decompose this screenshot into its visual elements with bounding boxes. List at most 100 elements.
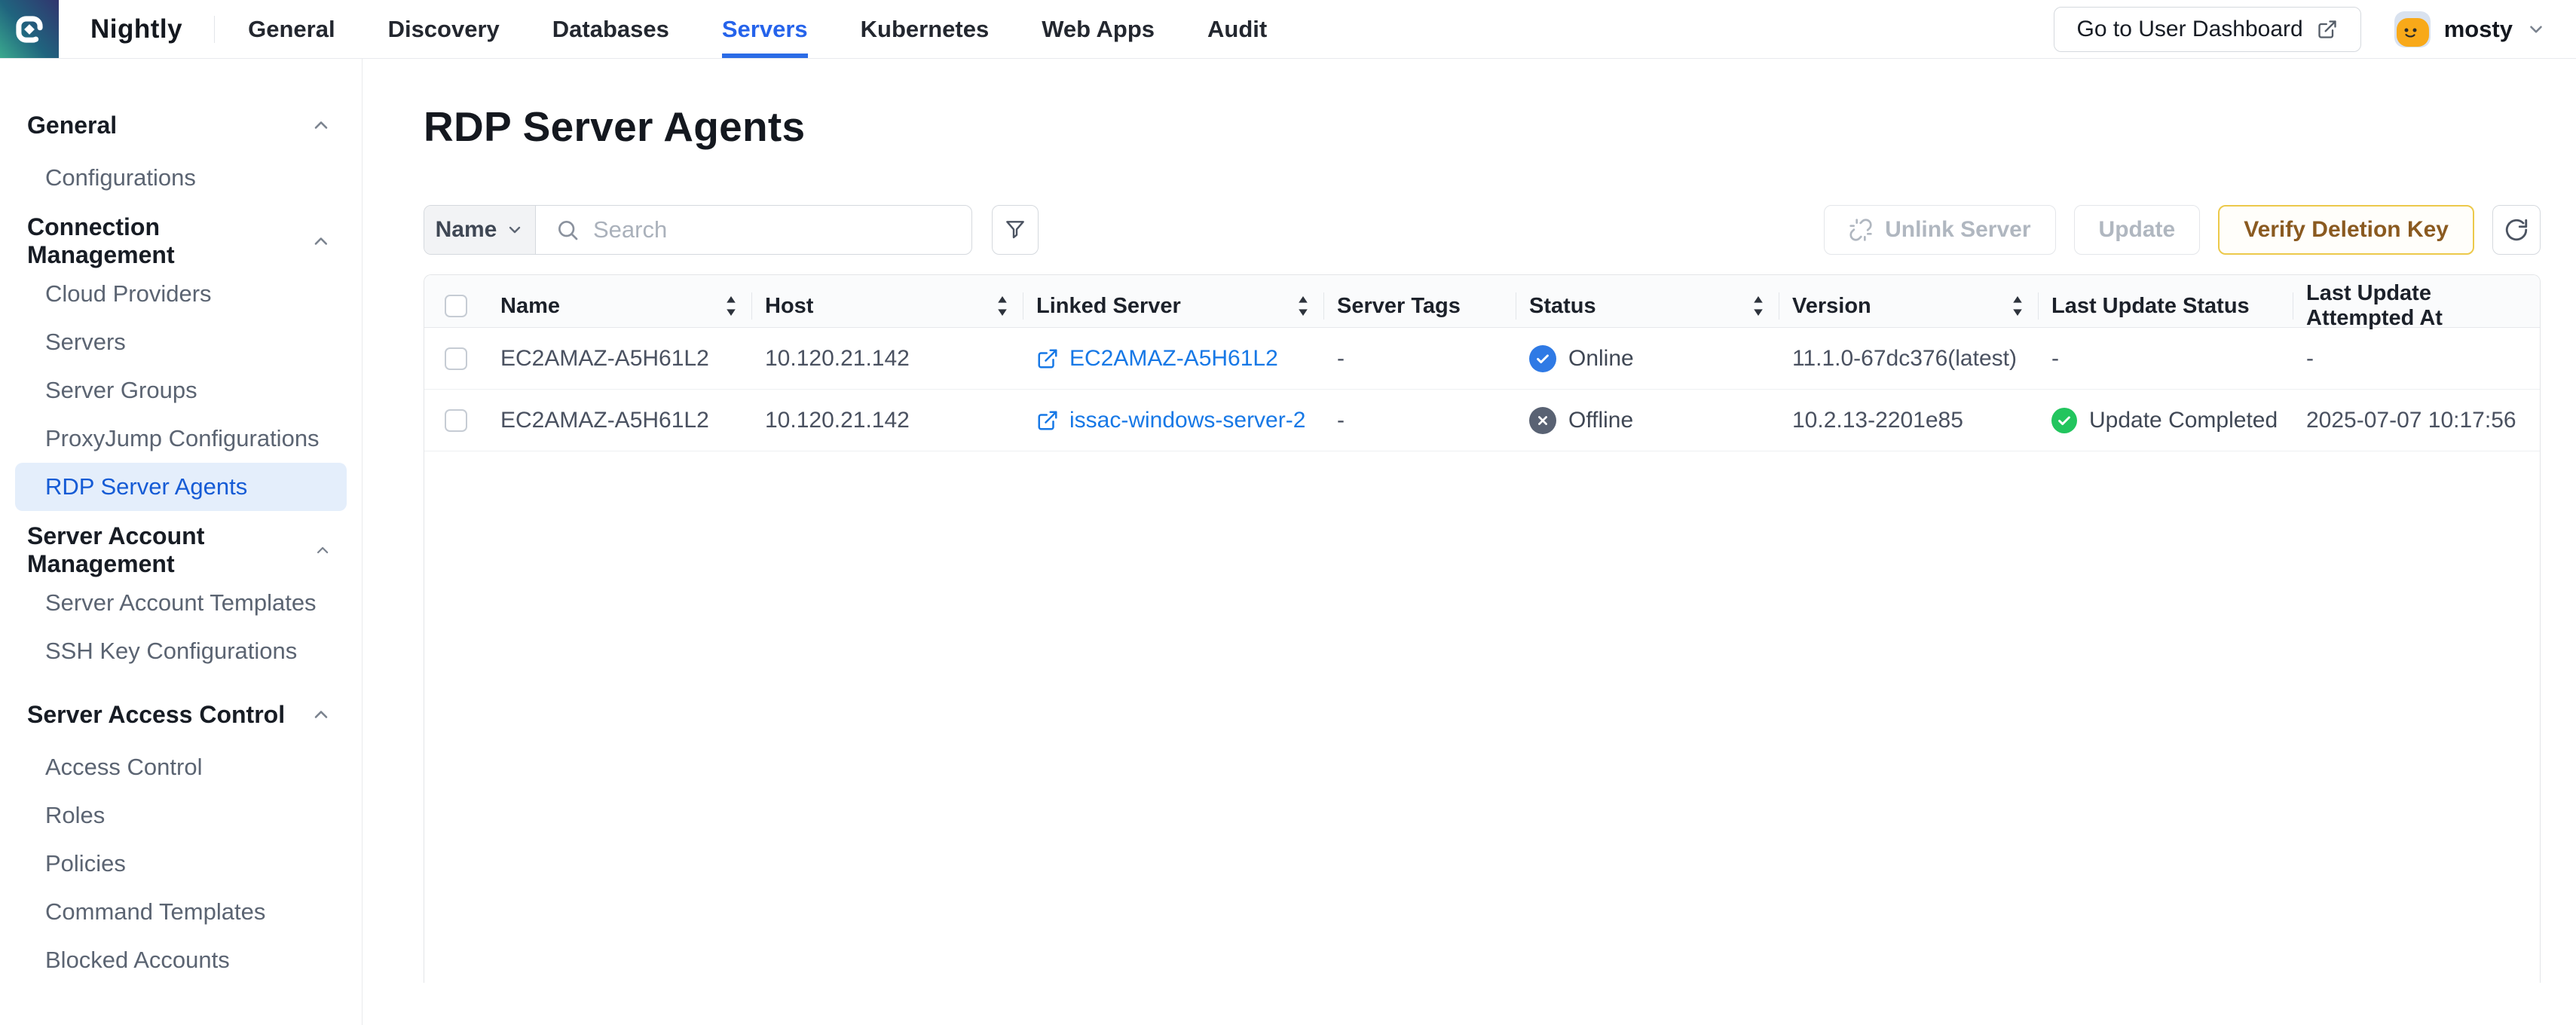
sidebar-item-server-groups[interactable]: Server Groups bbox=[15, 366, 347, 415]
sidebar-item-rdp-server-agents[interactable]: RDP Server Agents bbox=[15, 463, 347, 511]
col-label: Linked Server bbox=[1036, 294, 1181, 319]
col-label: Last Update Attempted At bbox=[2306, 281, 2540, 331]
status-online-icon bbox=[1529, 345, 1556, 372]
agents-table: Name Host Linked Server Server Tags bbox=[424, 274, 2541, 983]
col-header-last-update-status: Last Update Status bbox=[2038, 280, 2293, 332]
sidebar-section-server-access-control: Server Access Control Access Control Rol… bbox=[0, 696, 362, 984]
cell-status: Online bbox=[1516, 328, 1779, 390]
table-header-row: Name Host Linked Server Server Tags bbox=[424, 275, 2540, 328]
row-checkbox-cell bbox=[424, 390, 487, 451]
sidebar-section-server-account-management: Server Account Management Server Account… bbox=[0, 532, 362, 675]
update-completed-icon bbox=[2051, 408, 2077, 433]
main-nav: General Discovery Databases Servers Kube… bbox=[248, 0, 1267, 58]
sidebar-section-connection-management-header[interactable]: Connection Management bbox=[0, 223, 362, 259]
top-bar: Nightly General Discovery Databases Serv… bbox=[0, 0, 2576, 59]
unlink-server-button[interactable]: Unlink Server bbox=[1824, 205, 2055, 255]
filter-button[interactable] bbox=[992, 205, 1039, 255]
refresh-icon bbox=[2504, 217, 2529, 243]
search-field-select[interactable]: Name bbox=[424, 206, 536, 254]
sort-icon[interactable] bbox=[2011, 296, 2024, 316]
cell-linked-server[interactable]: EC2AMAZ-A5H61L2 bbox=[1023, 328, 1323, 390]
sort-icon[interactable] bbox=[1751, 296, 1765, 316]
unlink-server-label: Unlink Server bbox=[1885, 217, 2030, 243]
col-header-version: Version bbox=[1779, 280, 2038, 332]
cell-host: 10.120.21.142 bbox=[751, 328, 1023, 390]
chevron-up-icon bbox=[311, 231, 332, 252]
col-label: Name bbox=[500, 294, 560, 319]
update-button[interactable]: Update bbox=[2074, 205, 2201, 255]
external-link-icon bbox=[1036, 409, 1059, 432]
main-content: RDP Server Agents Name bbox=[363, 59, 2576, 1025]
refresh-button[interactable] bbox=[2492, 205, 2541, 255]
section-title: Connection Management bbox=[27, 213, 311, 269]
sidebar-item-roles[interactable]: Roles bbox=[15, 791, 347, 840]
nav-servers[interactable]: Servers bbox=[722, 0, 808, 58]
chevron-down-icon bbox=[506, 221, 524, 239]
row-checkbox[interactable] bbox=[445, 347, 467, 370]
cell-version: 10.2.13-2201e85 bbox=[1779, 390, 2038, 451]
sidebar-item-command-templates[interactable]: Command Templates bbox=[15, 888, 347, 936]
avatar bbox=[2394, 11, 2431, 47]
user-menu[interactable]: mosty bbox=[2394, 11, 2546, 47]
col-label: Host bbox=[765, 294, 813, 319]
sidebar-item-proxyjump-configurations[interactable]: ProxyJump Configurations bbox=[15, 415, 347, 463]
sidebar-item-configurations[interactable]: Configurations bbox=[15, 154, 347, 202]
page-title: RDP Server Agents bbox=[424, 102, 2541, 151]
verify-deletion-key-button[interactable]: Verify Deletion Key bbox=[2218, 205, 2474, 255]
sidebar-item-cloud-providers[interactable]: Cloud Providers bbox=[15, 270, 347, 318]
sort-icon[interactable] bbox=[996, 296, 1009, 316]
sidebar-item-policies[interactable]: Policies bbox=[15, 840, 347, 888]
cell-server-tags: - bbox=[1323, 390, 1516, 451]
sidebar-item-servers[interactable]: Servers bbox=[15, 318, 347, 366]
nav-audit[interactable]: Audit bbox=[1207, 0, 1267, 58]
nav-web-apps[interactable]: Web Apps bbox=[1042, 0, 1155, 58]
linked-server-link[interactable]: issac-windows-server-2 bbox=[1069, 408, 1305, 433]
cell-host: 10.120.21.142 bbox=[751, 390, 1023, 451]
col-header-server-tags: Server Tags bbox=[1323, 280, 1516, 332]
sidebar: General Configurations Connection Manage… bbox=[0, 59, 363, 1025]
status-label: Offline bbox=[1568, 408, 1633, 433]
cell-name: EC2AMAZ-A5H61L2 bbox=[487, 390, 751, 451]
table-row: EC2AMAZ-A5H61L2 10.120.21.142 EC2AMAZ-A5… bbox=[424, 328, 2540, 390]
table-row: EC2AMAZ-A5H61L2 10.120.21.142 issac-wind… bbox=[424, 390, 2540, 451]
row-checkbox-cell bbox=[424, 328, 487, 390]
nav-databases[interactable]: Databases bbox=[552, 0, 669, 58]
search-field-select-value: Name bbox=[436, 217, 497, 243]
col-header-linked-server: Linked Server bbox=[1023, 280, 1323, 332]
unlink-icon bbox=[1849, 218, 1873, 242]
topbar-divider bbox=[214, 16, 215, 43]
sidebar-item-ssh-key-configurations[interactable]: SSH Key Configurations bbox=[15, 627, 347, 675]
cell-linked-server[interactable]: issac-windows-server-2 bbox=[1023, 390, 1323, 451]
select-all-checkbox[interactable] bbox=[445, 295, 467, 317]
sidebar-section-connection-management: Connection Management Cloud Providers Se… bbox=[0, 223, 362, 511]
go-to-user-dashboard-label: Go to User Dashboard bbox=[2077, 17, 2303, 42]
col-label: Last Update Status bbox=[2051, 294, 2250, 319]
go-to-user-dashboard-button[interactable]: Go to User Dashboard bbox=[2054, 7, 2361, 52]
sort-icon[interactable] bbox=[1296, 296, 1310, 316]
nav-general[interactable]: General bbox=[248, 0, 335, 58]
col-label: Status bbox=[1529, 294, 1596, 319]
sidebar-section-general-header[interactable]: General bbox=[0, 107, 362, 143]
nav-discovery[interactable]: Discovery bbox=[388, 0, 500, 58]
search-input[interactable] bbox=[593, 216, 952, 243]
sort-icon[interactable] bbox=[724, 296, 738, 316]
search-box bbox=[536, 206, 971, 254]
sidebar-item-server-account-templates[interactable]: Server Account Templates bbox=[15, 579, 347, 627]
sidebar-section-server-account-management-header[interactable]: Server Account Management bbox=[0, 532, 362, 568]
section-title: General bbox=[27, 112, 117, 139]
external-link-icon bbox=[1036, 347, 1059, 370]
cell-last-update-attempted-at: 2025-07-07 10:17:56 bbox=[2293, 390, 2540, 451]
section-title: Server Account Management bbox=[27, 522, 314, 578]
status-label: Online bbox=[1568, 346, 1634, 372]
external-link-icon bbox=[2317, 19, 2338, 40]
linked-server-link[interactable]: EC2AMAZ-A5H61L2 bbox=[1069, 346, 1278, 372]
update-label: Update bbox=[2099, 217, 2176, 243]
cell-version: 11.1.0-67dc376(latest) bbox=[1779, 328, 2038, 390]
sidebar-section-server-access-control-header[interactable]: Server Access Control bbox=[0, 696, 362, 733]
sidebar-item-access-control[interactable]: Access Control bbox=[15, 743, 347, 791]
col-label: Server Tags bbox=[1337, 294, 1461, 319]
row-checkbox[interactable] bbox=[445, 409, 467, 432]
app-logo[interactable] bbox=[0, 0, 59, 58]
sidebar-item-blocked-accounts[interactable]: Blocked Accounts bbox=[15, 936, 347, 984]
nav-kubernetes[interactable]: Kubernetes bbox=[861, 0, 990, 58]
